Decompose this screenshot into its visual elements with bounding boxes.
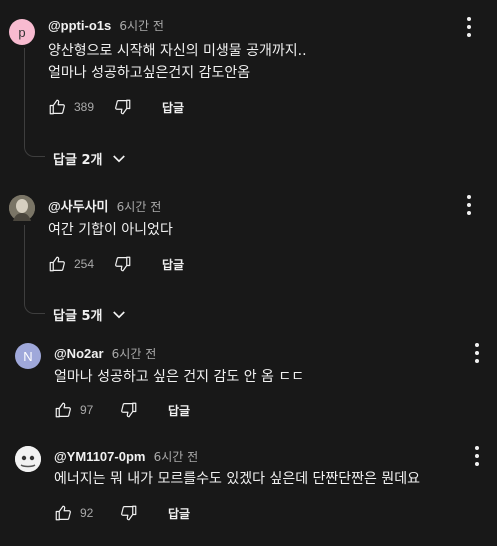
avatar-letter: p — [18, 24, 26, 40]
thumb-down-icon[interactable] — [114, 255, 132, 273]
chevron-down-icon — [113, 154, 126, 162]
comment-header: @ppti-o1s 6시간 전 — [48, 17, 164, 34]
like-count: 97 — [80, 403, 94, 417]
show-replies-button[interactable]: 답글 5개 — [53, 305, 128, 324]
comment-actions: 389 답글 — [48, 97, 184, 117]
comment-text-line-2: 얼마나 성공하고싶은건지 감도안옴 — [48, 65, 251, 81]
comment-header: @사두사미 6시간 전 — [48, 196, 161, 215]
thumb-down-icon[interactable] — [114, 98, 132, 116]
comment-author[interactable]: @ppti-o1s — [48, 18, 111, 33]
avatar-letter: N — [23, 348, 33, 364]
like-count: 254 — [74, 257, 95, 271]
comment-author[interactable]: @YM1107-0pm — [54, 449, 145, 464]
reply-button[interactable]: 답글 — [162, 256, 184, 273]
avatar-photo-icon — [9, 195, 35, 221]
thumb-up-icon[interactable] — [54, 401, 72, 419]
avatar[interactable] — [15, 446, 41, 472]
thread-line — [24, 48, 45, 157]
comment-actions: 92 답글 — [54, 503, 190, 523]
comment-time[interactable]: 6시간 전 — [154, 450, 199, 464]
comment-header: @No2ar 6시간 전 — [54, 345, 156, 362]
comment-actions: 97 답글 — [54, 400, 190, 420]
thumb-down-icon[interactable] — [120, 504, 138, 522]
comment-text-line-1: 에너지는 뭐 내가 모르를수도 있겠다 싶은데 단짠단짠은 뭔데요 — [54, 471, 421, 487]
comment-text-line-1: 얼마나 성공하고 싶은 건지 감도 안 옴 ㄷㄷ — [54, 369, 305, 385]
comment-author[interactable]: @No2ar — [54, 346, 104, 361]
more-vert-icon[interactable] — [474, 446, 480, 466]
thumb-up-icon[interactable] — [48, 255, 66, 273]
reply-button[interactable]: 답글 — [168, 402, 190, 419]
reply-button[interactable]: 답글 — [168, 505, 190, 522]
more-vert-icon[interactable] — [466, 195, 472, 215]
comment-header: @YM1107-0pm 6시간 전 — [54, 448, 198, 465]
more-vert-icon[interactable] — [466, 17, 472, 37]
comment-time[interactable]: 6시간 전 — [119, 19, 164, 33]
more-vert-icon[interactable] — [474, 343, 480, 363]
like-count: 92 — [80, 506, 94, 520]
comment-time[interactable]: 6시간 전 — [112, 347, 157, 361]
avatar-graphic-icon — [15, 446, 41, 472]
reply-button[interactable]: 답글 — [162, 99, 184, 116]
replies-count-label: 답글 2개 — [53, 153, 103, 168]
like-count: 389 — [74, 100, 95, 114]
comment-text-line-1: 양산형으로 시작해 자신의 미생물 공개까지.. — [48, 43, 307, 59]
avatar[interactable]: p — [9, 19, 35, 45]
chevron-down-icon — [113, 310, 126, 318]
thumb-up-icon[interactable] — [48, 98, 66, 116]
avatar[interactable] — [9, 195, 35, 221]
comment-text-line-1: 여간 기합이 아니었다 — [48, 222, 173, 238]
comment-time[interactable]: 6시간 전 — [117, 200, 162, 214]
thumb-down-icon[interactable] — [120, 401, 138, 419]
comment-actions: 254 답글 — [48, 254, 184, 274]
replies-count-label: 답글 5개 — [53, 309, 103, 324]
thumb-up-icon[interactable] — [54, 504, 72, 522]
comment-author[interactable]: @사두사미 — [48, 199, 109, 214]
show-replies-button[interactable]: 답글 2개 — [53, 149, 128, 168]
avatar[interactable]: N — [15, 343, 41, 369]
thread-line — [24, 225, 45, 314]
